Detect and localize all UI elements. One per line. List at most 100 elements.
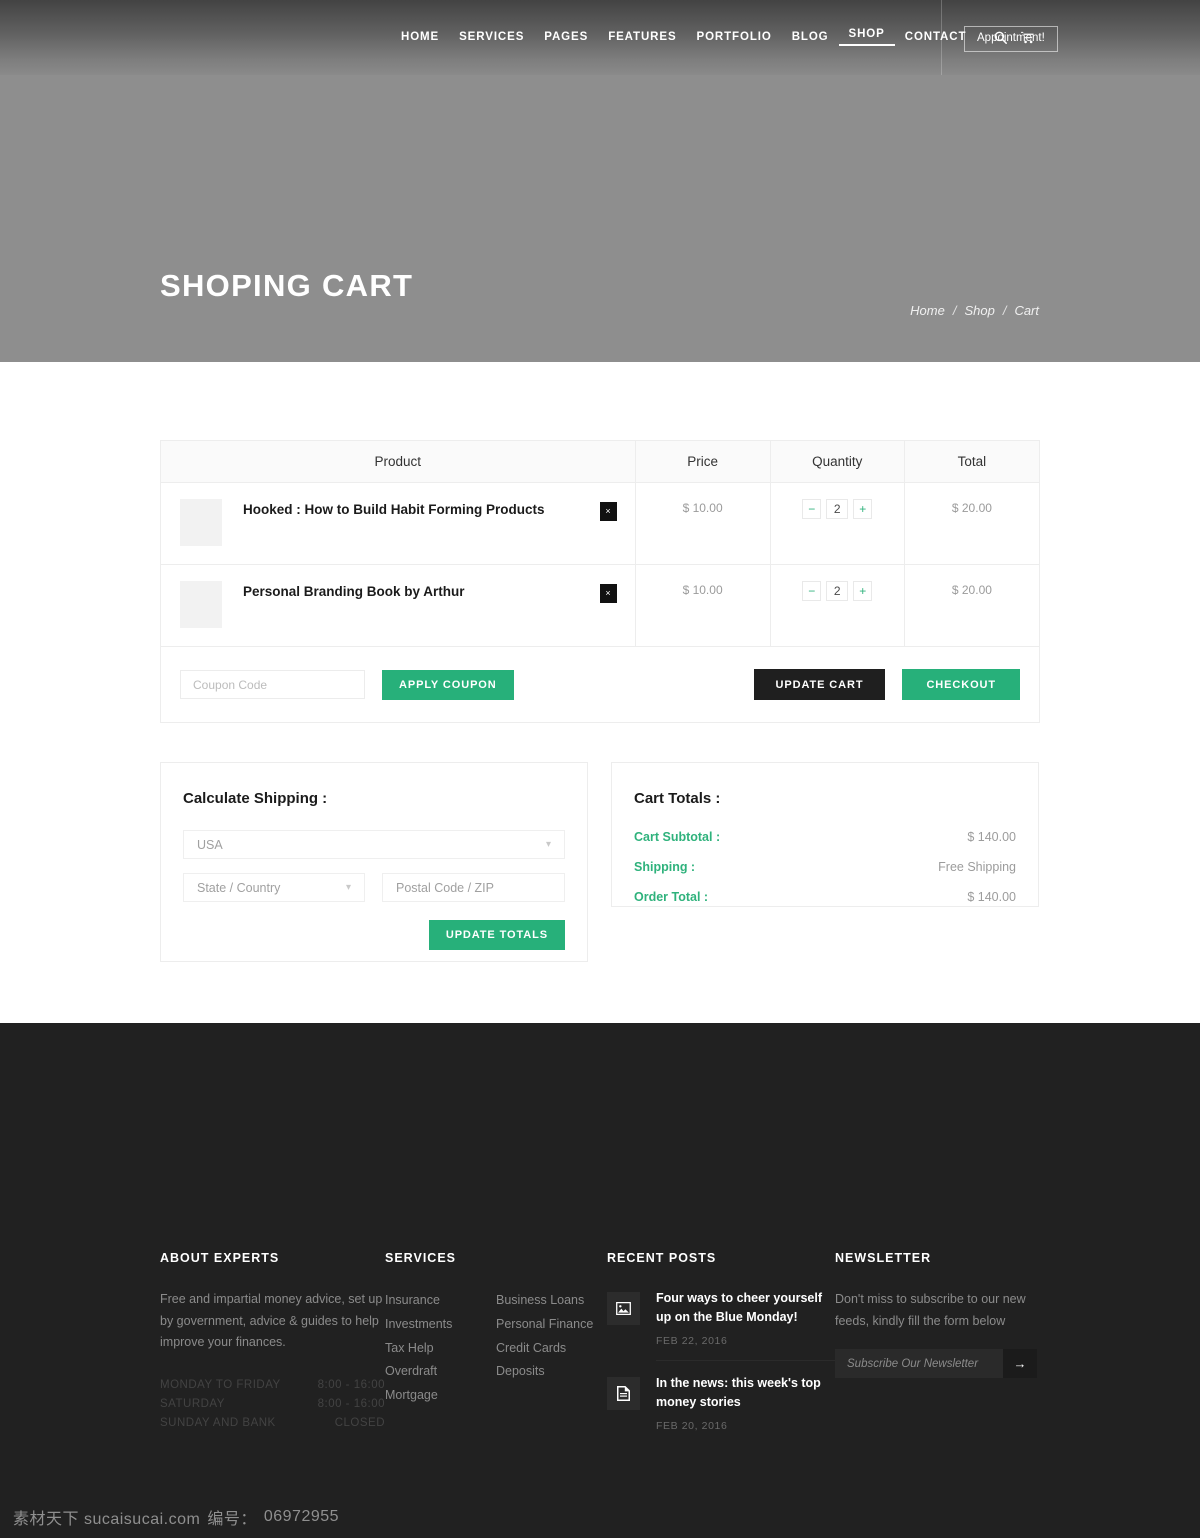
apply-coupon-button[interactable]: APPLY COUPON xyxy=(382,669,514,700)
hours-time: 8:00 - 16:00 xyxy=(317,1378,385,1391)
table-row: Hooked : How to Build Habit Forming Prod… xyxy=(160,482,1040,565)
list-item[interactable]: Deposits xyxy=(496,1360,607,1384)
state-select[interactable]: State / Country ▾ xyxy=(183,873,365,902)
list-item[interactable]: Mortgage xyxy=(385,1384,496,1408)
product-total: $ 20.00 xyxy=(951,501,992,515)
breadcrumb-separator: / xyxy=(1002,303,1007,318)
newsletter-text: Don't miss to subscribe to our new feeds… xyxy=(835,1292,1026,1328)
cart-totals-panel: Cart Totals : Cart Subtotal : $ 140.00 S… xyxy=(611,762,1039,907)
main-content: Product Price Quantity Total Hooked : Ho… xyxy=(0,362,1200,962)
product-name[interactable]: Personal Branding Book by Arthur xyxy=(243,584,600,599)
newsletter-email-input[interactable] xyxy=(835,1349,1003,1378)
quantity-increment-button[interactable]: + xyxy=(853,581,873,601)
cart-actions-row: APPLY COUPON UPDATE CART CHECKOUT xyxy=(160,647,1040,723)
list-item[interactable]: Insurance xyxy=(385,1289,496,1313)
cart-price-cell: $ 10.00 xyxy=(635,482,771,565)
hours-day: MONDAY TO FRIDAY xyxy=(160,1378,281,1391)
list-item[interactable]: Overdraft xyxy=(385,1360,496,1384)
cart-table: Product Price Quantity Total Hooked : Ho… xyxy=(160,440,1040,647)
remove-item-button[interactable]: × xyxy=(599,584,617,603)
cart-quantity-cell: − 2 + xyxy=(770,564,905,647)
coupon-input[interactable] xyxy=(180,670,365,699)
nav-item-shop[interactable]: SHOP xyxy=(838,28,895,47)
quantity-value[interactable]: 2 xyxy=(826,581,849,601)
breadcrumb-separator: / xyxy=(952,303,957,318)
header-divider xyxy=(941,0,942,75)
post-date: FEB 20, 2016 xyxy=(656,1420,728,1432)
checkout-button[interactable]: CHECKOUT xyxy=(902,669,1020,700)
product-thumbnail[interactable] xyxy=(180,581,222,628)
nav-item-portfolio[interactable]: PORTFOLIO xyxy=(687,31,782,44)
cart-subtotal-row: Cart Subtotal : $ 140.00 xyxy=(634,830,1016,844)
shipping-fields-row: State / Country ▾ xyxy=(183,873,565,902)
order-total-row: Order Total : $ 140.00 xyxy=(634,890,1016,904)
quantity-increment-button[interactable]: + xyxy=(853,499,873,519)
breadcrumb: Home / Shop / Cart xyxy=(910,304,1039,317)
breadcrumb-shop[interactable]: Shop xyxy=(964,304,994,317)
nav-item-pages[interactable]: PAGES xyxy=(534,31,598,44)
hours-row: SUNDAY AND BANK CLOSED xyxy=(160,1414,385,1433)
cart-action-buttons: UPDATE CART CHECKOUT xyxy=(753,669,1020,700)
post-date: FEB 22, 2016 xyxy=(656,1335,835,1361)
list-item[interactable]: Personal Finance xyxy=(496,1313,607,1337)
hours-row: MONDAY TO FRIDAY 8:00 - 16:00 xyxy=(160,1376,385,1395)
order-total-value: $ 140.00 xyxy=(967,890,1016,904)
order-total-label: Order Total : xyxy=(634,890,709,904)
hours-row: SATURDAY 8:00 - 16:00 xyxy=(160,1395,385,1414)
list-item[interactable]: Four ways to cheer yourself up on the Bl… xyxy=(607,1289,835,1361)
site-footer: ABOUT EXPERTS Free and impartial money a… xyxy=(0,1023,1200,1495)
page-title: SHOPING CART xyxy=(160,268,414,303)
product-name[interactable]: Hooked : How to Build Habit Forming Prod… xyxy=(243,502,600,517)
services-lists: Insurance Investments Tax Help Overdraft… xyxy=(385,1289,607,1408)
list-item[interactable]: In the news: this week's top money stori… xyxy=(607,1374,835,1445)
nav-item-services[interactable]: SERVICES xyxy=(449,31,534,44)
remove-item-button[interactable]: × xyxy=(599,502,617,521)
update-cart-button[interactable]: UPDATE CART xyxy=(753,669,886,700)
update-totals-button[interactable]: UPDATE TOTALS xyxy=(428,920,565,950)
list-item[interactable]: Investments xyxy=(385,1313,496,1337)
footer-services-column: SERVICES Insurance Investments Tax Help … xyxy=(385,1251,607,1458)
cart-total-cell: $ 20.00 xyxy=(904,482,1040,565)
shipping-panel-title: Calculate Shipping : xyxy=(183,790,328,807)
cart-product-cell: Hooked : How to Build Habit Forming Prod… xyxy=(160,482,636,565)
cart-price-cell: $ 10.00 xyxy=(635,564,771,647)
product-price: $ 10.00 xyxy=(682,583,723,597)
newsletter-heading: NEWSLETTER xyxy=(835,1251,932,1265)
nav-item-home[interactable]: HOME xyxy=(391,31,449,44)
cart-table-body: Hooked : How to Build Habit Forming Prod… xyxy=(160,482,1040,647)
document-icon xyxy=(607,1377,640,1410)
product-total: $ 20.00 xyxy=(951,583,992,597)
appointment-button[interactable]: Appointment! xyxy=(964,26,1058,52)
table-row: Personal Branding Book by Arthur × $ 10.… xyxy=(160,564,1040,647)
cart-quantity-cell: − 2 + xyxy=(770,482,905,565)
product-price: $ 10.00 xyxy=(682,501,723,515)
quantity-stepper: − 2 + xyxy=(802,499,873,519)
post-title[interactable]: In the news: this week's top money stori… xyxy=(656,1374,835,1412)
cart-table-head: Product Price Quantity Total xyxy=(160,440,1040,483)
breadcrumb-cart[interactable]: Cart xyxy=(1014,304,1039,317)
quantity-stepper: − 2 + xyxy=(802,581,873,601)
watermark-code-label: 编号： xyxy=(207,1510,257,1528)
list-item[interactable]: Business Loans xyxy=(496,1289,607,1313)
shipping-row: Shipping : Free Shipping xyxy=(634,860,1016,874)
quantity-decrement-button[interactable]: − xyxy=(802,499,822,519)
breadcrumb-home[interactable]: Home xyxy=(910,304,945,317)
shipping-value: Free Shipping xyxy=(938,860,1016,874)
newsletter-submit-button[interactable]: → xyxy=(1003,1349,1037,1378)
column-header-product: Product xyxy=(160,440,636,483)
quantity-value[interactable]: 2 xyxy=(826,499,849,519)
list-item[interactable]: Credit Cards xyxy=(496,1337,607,1361)
site-header: HOME SERVICES PAGES FEATURES PORTFOLIO B… xyxy=(0,0,1200,75)
product-thumbnail[interactable] xyxy=(180,499,222,546)
list-item[interactable]: Tax Help xyxy=(385,1337,496,1361)
post-title[interactable]: Four ways to cheer yourself up on the Bl… xyxy=(656,1289,835,1327)
country-select-value: USA xyxy=(197,837,223,852)
postal-code-input[interactable] xyxy=(382,873,565,902)
quantity-decrement-button[interactable]: − xyxy=(802,581,822,601)
nav-item-features[interactable]: FEATURES xyxy=(598,31,686,44)
nav-item-blog[interactable]: BLOG xyxy=(782,31,839,44)
hours-day: SATURDAY xyxy=(160,1397,225,1410)
country-select[interactable]: USA ▾ xyxy=(183,830,565,859)
column-header-price: Price xyxy=(635,440,771,483)
shipping-label: Shipping : xyxy=(634,860,696,874)
